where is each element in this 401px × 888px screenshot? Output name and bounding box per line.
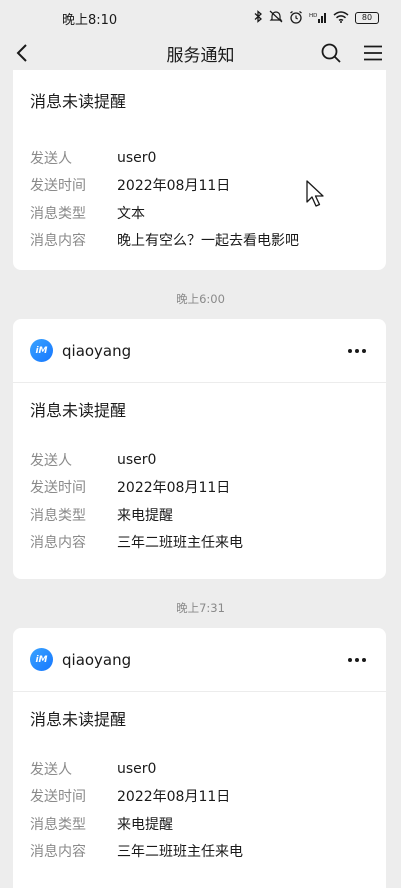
status-icons: HD 80 xyxy=(253,10,379,27)
message-title: 消息未读提醒 xyxy=(30,710,127,729)
message-timestamp: 晚上6:00 xyxy=(176,292,225,306)
status-bar: 晚上8:10 HD 80 xyxy=(0,0,401,36)
field-label: 消息类型 xyxy=(30,507,86,524)
field-label: 发送人 xyxy=(30,150,72,167)
more-options-icon[interactable] xyxy=(345,341,369,361)
field-label: 发送时间 xyxy=(30,178,86,195)
bluetooth-icon xyxy=(253,10,263,26)
field-label: 消息内容 xyxy=(30,233,86,250)
card-header: iM qiaoyang xyxy=(13,319,386,383)
field-value: 2022年08月11日 xyxy=(117,789,231,806)
nav-bar: 服务通知 xyxy=(0,36,401,70)
field-label: 消息内容 xyxy=(30,535,86,552)
field-value: 晚上有空么？一起去看电影吧 xyxy=(117,233,299,250)
field-row-sender: 发送人 user0 xyxy=(30,144,369,172)
field-value: 文本 xyxy=(117,205,145,222)
field-value: user0 xyxy=(117,149,157,166)
field-row-send-time: 发送时间 2022年08月11日 xyxy=(30,783,369,811)
notification-card[interactable]: 消息未读提醒 发送人 user0 发送时间 2022年08月11日 消息类型 文… xyxy=(13,70,386,270)
field-label: 消息类型 xyxy=(30,205,86,222)
field-label: 发送时间 xyxy=(30,789,86,806)
field-value: 三年二班班主任来电 xyxy=(117,535,243,552)
menu-icon[interactable] xyxy=(359,39,387,67)
field-row-sender: 发送人 user0 xyxy=(30,446,369,474)
back-arrow-icon[interactable] xyxy=(8,39,36,67)
message-title: 消息未读提醒 xyxy=(30,92,127,111)
app-name: qiaoyang xyxy=(62,341,132,360)
svg-text:HD: HD xyxy=(309,13,317,19)
field-row-send-time: 发送时间 2022年08月11日 xyxy=(30,474,369,502)
search-icon[interactable] xyxy=(317,39,345,67)
field-label: 发送人 xyxy=(30,761,72,778)
field-row-msg-content: 消息内容 三年二班班主任来电 xyxy=(30,838,369,866)
notification-card[interactable]: iM qiaoyang 消息未读提醒 发送人 user0 发送时间 2022年0… xyxy=(13,628,386,888)
field-value: user0 xyxy=(117,451,157,468)
app-avatar: iM xyxy=(30,339,53,362)
field-label: 发送时间 xyxy=(30,480,86,497)
field-value: 2022年08月11日 xyxy=(117,178,231,195)
signal-icon: HD xyxy=(309,11,327,26)
message-title: 消息未读提醒 xyxy=(30,401,127,420)
app-avatar: iM xyxy=(30,648,53,671)
mute-icon xyxy=(269,10,283,26)
card-header: iM qiaoyang xyxy=(13,628,386,692)
field-value: user0 xyxy=(117,760,157,777)
field-label: 发送人 xyxy=(30,452,72,469)
field-label: 消息类型 xyxy=(30,816,86,833)
mouse-cursor-icon xyxy=(306,180,326,212)
field-value: 三年二班班主任来电 xyxy=(117,844,243,861)
field-value: 来电提醒 xyxy=(117,507,173,524)
field-label: 消息内容 xyxy=(30,844,86,861)
alarm-icon xyxy=(289,10,303,27)
page-title: 服务通知 xyxy=(166,45,235,66)
field-row-msg-type: 消息类型 来电提醒 xyxy=(30,810,369,838)
field-row-msg-content: 消息内容 晚上有空么？一起去看电影吧 xyxy=(30,227,369,255)
field-row-sender: 发送人 user0 xyxy=(30,755,369,783)
field-row-msg-type: 消息类型 来电提醒 xyxy=(30,501,369,529)
field-value: 来电提醒 xyxy=(117,816,173,833)
more-options-icon[interactable] xyxy=(345,650,369,670)
field-row-msg-content: 消息内容 三年二班班主任来电 xyxy=(30,529,369,557)
app-name: qiaoyang xyxy=(62,650,132,669)
status-time: 晚上8:10 xyxy=(62,12,118,28)
message-timestamp: 晚上7:31 xyxy=(176,601,225,615)
battery-icon: 80 xyxy=(355,12,379,24)
notification-card[interactable]: iM qiaoyang 消息未读提醒 发送人 user0 发送时间 2022年0… xyxy=(13,319,386,579)
field-value: 2022年08月11日 xyxy=(117,480,231,497)
wifi-icon xyxy=(333,10,349,26)
